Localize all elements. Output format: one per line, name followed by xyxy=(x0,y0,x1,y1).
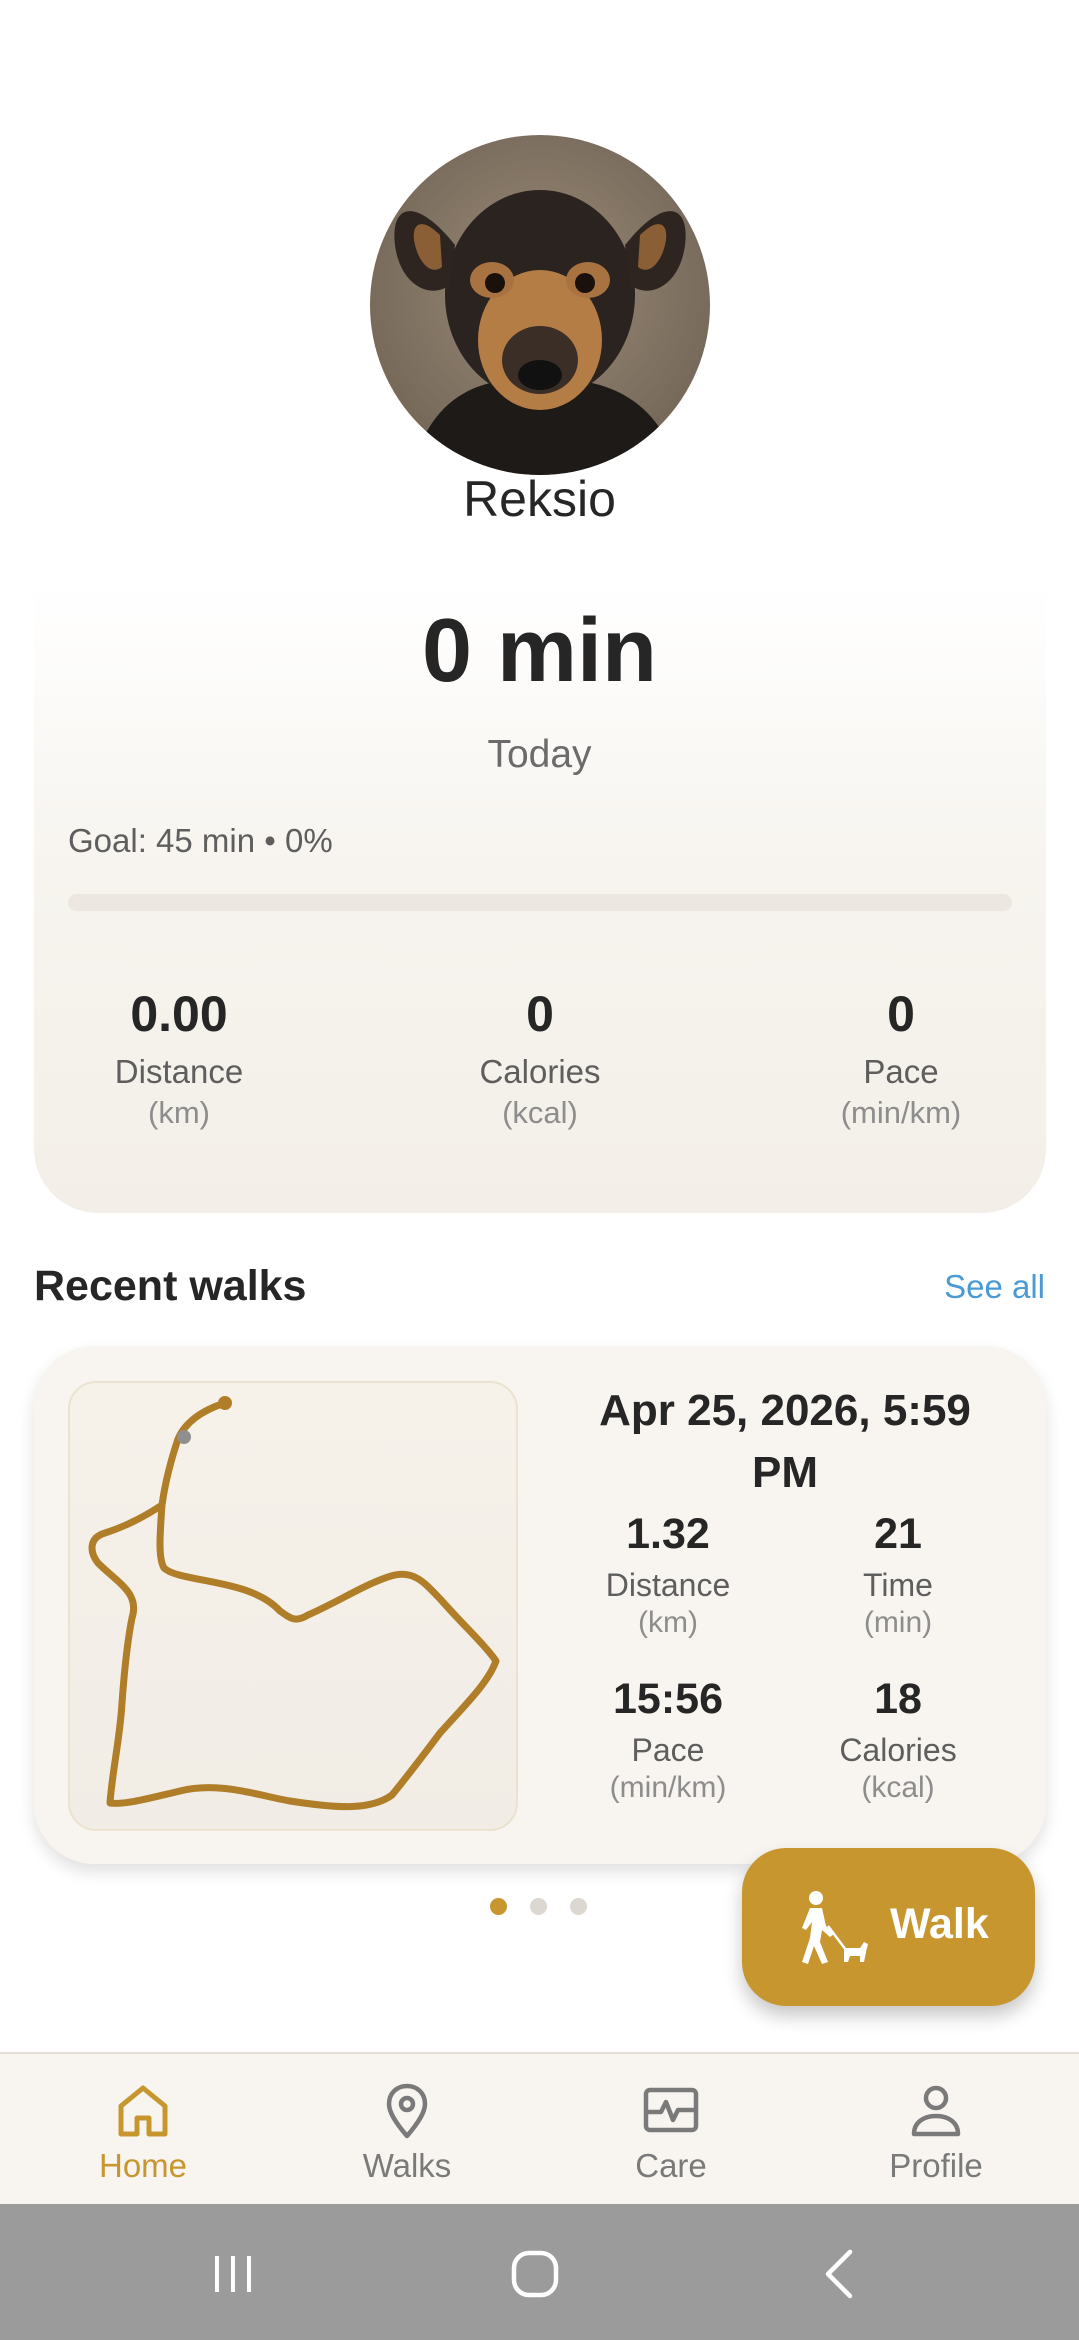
walk-stat-label: Distance xyxy=(605,1567,731,1603)
pager-dot[interactable] xyxy=(570,1898,587,1915)
home-system-button[interactable] xyxy=(495,2234,575,2314)
home-circle-icon xyxy=(511,2250,559,2298)
walk-stat-label: Pace xyxy=(631,1732,705,1768)
period-label: Today xyxy=(487,733,592,776)
walk-stat-value: 15:56 xyxy=(613,1675,723,1723)
nav-care[interactable]: Care xyxy=(571,2054,771,2206)
goal-progress-bar xyxy=(68,894,1012,911)
walk-stat-calories: 18 Calories (kcal) xyxy=(778,1675,1018,1805)
dog-name: Reksio xyxy=(463,471,616,527)
goal-text: Goal: 45 min • 0% xyxy=(68,822,333,859)
route-map xyxy=(68,1381,518,1831)
walk-stat-unit: (min) xyxy=(863,1606,933,1639)
person-icon xyxy=(911,2085,961,2137)
stat-unit: (km) xyxy=(148,1095,210,1130)
route-path-icon xyxy=(88,1396,500,1811)
see-all-link[interactable]: See all xyxy=(944,1268,1045,1306)
walk-stat-time: 21 Time (min) xyxy=(778,1510,1018,1640)
stat-unit: (min/km) xyxy=(840,1095,962,1130)
walk-stat-label: Time xyxy=(863,1567,933,1603)
nav-profile[interactable]: Profile xyxy=(836,2054,1036,2206)
back-button[interactable] xyxy=(800,2234,880,2314)
stat-calories: 0 Calories (kcal) xyxy=(390,985,690,1131)
walk-stat-unit: (min/km) xyxy=(609,1771,727,1804)
home-icon xyxy=(118,2085,168,2137)
bottom-nav: Home Walks Care Profile xyxy=(0,2052,1079,2204)
stat-value: 0 xyxy=(526,986,554,1042)
heartbeat-monitor-icon xyxy=(643,2087,699,2133)
stat-label: Calories xyxy=(479,1053,601,1090)
stat-label: Distance xyxy=(114,1053,244,1090)
person-walking-dog-icon xyxy=(802,1891,868,1964)
walk-stat-label: Calories xyxy=(839,1732,957,1768)
walk-stat-distance: 1.32 Distance (km) xyxy=(548,1510,788,1640)
today-minutes: 0 min xyxy=(421,601,658,701)
stat-unit: (kcal) xyxy=(502,1095,578,1130)
walk-stat-pace: 15:56 Pace (min/km) xyxy=(548,1675,788,1805)
stat-value: 0 xyxy=(887,986,915,1042)
recent-walks-title: Recent walks xyxy=(34,1262,307,1310)
start-walk-label: Walk xyxy=(890,1900,989,1948)
map-pin-icon xyxy=(386,2083,428,2139)
nav-home[interactable]: Home xyxy=(43,2054,243,2206)
recents-button[interactable] xyxy=(193,2234,273,2314)
walk-date: Apr 25, 2026, 5:59 PM xyxy=(599,1386,971,1497)
stat-pace: 0 Pace (min/km) xyxy=(751,985,1051,1131)
nav-label: Profile xyxy=(889,2147,983,2184)
walk-stat-unit: (kcal) xyxy=(861,1771,935,1804)
walk-stat-value: 21 xyxy=(874,1510,922,1558)
pager-dot[interactable] xyxy=(530,1898,547,1915)
recents-icon xyxy=(215,2256,251,2292)
pager-dot[interactable] xyxy=(490,1898,507,1915)
back-icon xyxy=(825,2249,853,2299)
nav-walks[interactable]: Walks xyxy=(307,2054,507,2206)
nav-label: Walks xyxy=(362,2147,452,2184)
walk-stat-value: 18 xyxy=(874,1675,922,1723)
dog-photo xyxy=(370,135,710,475)
walk-stat-unit: (km) xyxy=(638,1606,698,1639)
walk-stat-value: 1.32 xyxy=(626,1510,710,1558)
dog-avatar[interactable] xyxy=(370,135,710,475)
stat-value: 0.00 xyxy=(130,986,228,1042)
stat-distance: 0.00 Distance (km) xyxy=(29,985,329,1131)
stat-label: Pace xyxy=(863,1053,939,1090)
nav-label: Home xyxy=(98,2147,188,2184)
start-walk-button[interactable]: Walk xyxy=(742,1848,1035,2006)
nav-label: Care xyxy=(635,2147,707,2184)
system-nav-bar xyxy=(0,2204,1079,2340)
